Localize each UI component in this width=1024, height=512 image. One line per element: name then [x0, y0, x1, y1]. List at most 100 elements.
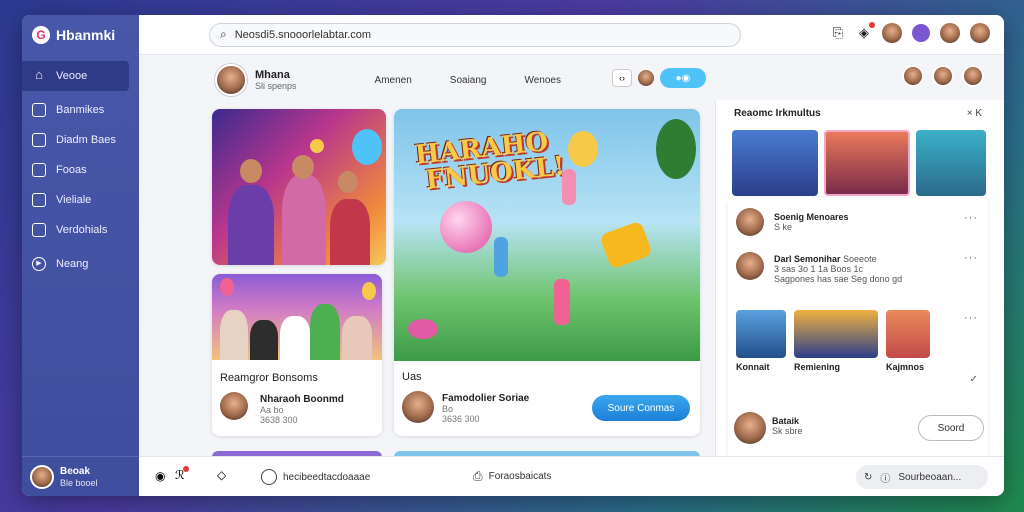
card-person-text: Famodolier Soriae Bo 3636 300	[442, 393, 529, 424]
close-icon[interactable]: × K	[967, 108, 982, 119]
sidebar-item-label: Neang	[56, 258, 89, 270]
search-input[interactable]: ⌕ Neosdi5.snooorlelabtar.com	[209, 22, 741, 47]
bottom-bar: ◉ ℛ ◇ hecibeedtacdoaaae ⎙ Foraosbaicats …	[139, 456, 1004, 496]
avatar	[220, 392, 248, 420]
person-shape	[220, 310, 248, 360]
refresh-icon: ↻	[864, 471, 873, 483]
top-bar: ⌕ Neosdi5.snooorlelabtar.com ⎘ ◈	[139, 15, 1004, 55]
more-icon[interactable]: ···	[964, 252, 978, 264]
circle-icon[interactable]: ◉	[155, 469, 165, 483]
sidebar-item-verdohials[interactable]: Verdohials	[22, 215, 139, 245]
square-icon	[32, 193, 46, 207]
card-title: Reamgror Bonsoms	[220, 372, 318, 384]
card-person-name: Famodolier Soriae	[442, 393, 530, 404]
row-meta: 3 sas 3o 1 1a Boos 1c	[774, 264, 864, 274]
footer-button[interactable]: Soord	[918, 415, 984, 441]
avatar[interactable]	[962, 65, 984, 87]
chat-icon[interactable]: ℛ	[175, 466, 189, 482]
sidebar-item-fooas[interactable]: Fooas	[22, 155, 139, 185]
party-image-card[interactable]	[212, 109, 386, 265]
row-text: Soenig Menoares S ke	[774, 212, 849, 232]
expand-icon[interactable]: ‹›	[612, 69, 632, 87]
status-icon[interactable]	[912, 24, 930, 42]
bottom-link[interactable]: hecibeedtacdoaaae	[261, 469, 370, 485]
more-icon[interactable]: ···	[964, 312, 978, 324]
toggle-pill[interactable]: ●◉	[660, 68, 706, 88]
sidebar-item-label: Diadm Baes	[56, 134, 116, 146]
sidebar-item-neang[interactable]: ▶ Neang	[22, 249, 139, 279]
globe-icon	[261, 469, 277, 485]
share-icon[interactable]: ⎘	[830, 25, 846, 41]
card-person-meta: Aa bo	[260, 405, 284, 415]
avatar	[402, 391, 434, 423]
avatar[interactable]	[882, 23, 902, 43]
profile-tabs: Amenen Soaiang Wenoes	[375, 75, 561, 86]
top-icons: ⎘ ◈	[830, 22, 990, 43]
sidebar-item-label: Veooe	[56, 70, 88, 82]
person-shape	[342, 316, 372, 360]
avatar[interactable]	[638, 70, 654, 86]
sidebar-item-banmikes[interactable]: Banmikes	[22, 95, 139, 125]
bottom-center-item[interactable]: ⎙ Foraosbaicats	[473, 469, 551, 484]
check-icon[interactable]: ✓	[970, 374, 978, 385]
more-icon[interactable]: ···	[964, 212, 978, 224]
home-icon: ⌂	[35, 67, 43, 82]
row-name-line: Darl Semonihar Soeeote	[774, 254, 902, 264]
row-name: Darl Semonihar	[774, 254, 841, 264]
info-icon: ⓘ	[880, 473, 891, 485]
featured-image: HARAHO FNUOKL!	[394, 109, 700, 361]
sidebar-item-label: Fooas	[56, 164, 87, 176]
leaf-shape	[656, 119, 696, 179]
child-figure	[494, 237, 508, 277]
child-figure	[554, 279, 570, 325]
person-shape	[280, 316, 310, 360]
tab-amenen[interactable]: Amenen	[375, 75, 412, 86]
card-person-text: Nharaoh Boonmd Aa bo 3638 300	[260, 394, 344, 425]
card-person-meta: 3638 300	[260, 415, 298, 425]
thumbnail[interactable]	[732, 130, 818, 196]
avatar[interactable]	[932, 65, 954, 87]
profile-avatar[interactable]	[215, 64, 247, 96]
avatar[interactable]	[940, 23, 960, 43]
thumb-label: Remiening	[794, 362, 841, 372]
group-card[interactable]: Reamgror Bonsoms Nharaoh Boonmd Aa bo 36…	[212, 274, 382, 436]
footer-user-text: Bataik Sk sbre	[772, 416, 803, 436]
thumbnail[interactable]	[824, 130, 910, 196]
sidebar-user[interactable]: Beoak Ble booel	[22, 456, 139, 496]
avatar[interactable]	[902, 65, 924, 87]
card-person-name: Nharaoh Boonmd	[260, 394, 344, 405]
app-window: G Hbanmki ⌂ Veooe Banmikes Diadm Baes Fo…	[22, 15, 1004, 496]
tab-wenoes[interactable]: Wenoes	[524, 75, 561, 86]
sidebar-item-label: Verdohials	[56, 224, 108, 236]
sidebar-item-veooe[interactable]: ⌂ Veooe	[22, 61, 129, 91]
tab-soaiang[interactable]: Soaiang	[450, 75, 487, 86]
notification-icon[interactable]: ◈	[856, 22, 875, 41]
thumbnail[interactable]	[916, 130, 986, 196]
card-person-meta: Bo	[442, 404, 454, 414]
bottom-link-label: hecibeedtacdoaaae	[283, 471, 371, 483]
thumbnail[interactable]	[736, 310, 786, 358]
bottom-search-pill[interactable]: ↻ ⓘ Sourbeoaan...	[856, 465, 988, 489]
connect-button[interactable]: Soure Conmas	[592, 395, 690, 421]
balloon-shape	[220, 278, 234, 296]
head-shape	[338, 171, 358, 193]
card-person-meta: 3636 300	[442, 414, 480, 424]
thumbnail[interactable]	[886, 310, 930, 358]
person-shape	[228, 185, 274, 265]
featured-card[interactable]: HARAHO FNUOKL! Uas Famodolier Soriae Bo …	[394, 109, 700, 436]
chat-badge	[182, 466, 189, 472]
diamond-icon[interactable]: ◇	[217, 468, 226, 482]
thumb-label: Konnait	[736, 362, 770, 372]
search-text: Neosdi5.snooorlelabtar.com	[234, 28, 372, 41]
thumb-label: Kajmnos	[886, 362, 925, 372]
avatar	[736, 252, 764, 280]
avatar[interactable]	[970, 23, 990, 43]
clipboard-icon: ⎙	[473, 469, 483, 483]
thumbnail[interactable]	[794, 310, 878, 358]
brand-logo-icon: G	[32, 26, 50, 44]
sidebar-item-diadm-baes[interactable]: Diadm Baes	[22, 125, 139, 155]
sidebar-item-vieliale[interactable]: Vieliale	[22, 185, 139, 215]
header-avatars	[902, 65, 984, 87]
brand[interactable]: G Hbanmki	[22, 15, 139, 55]
head-shape	[240, 159, 262, 183]
